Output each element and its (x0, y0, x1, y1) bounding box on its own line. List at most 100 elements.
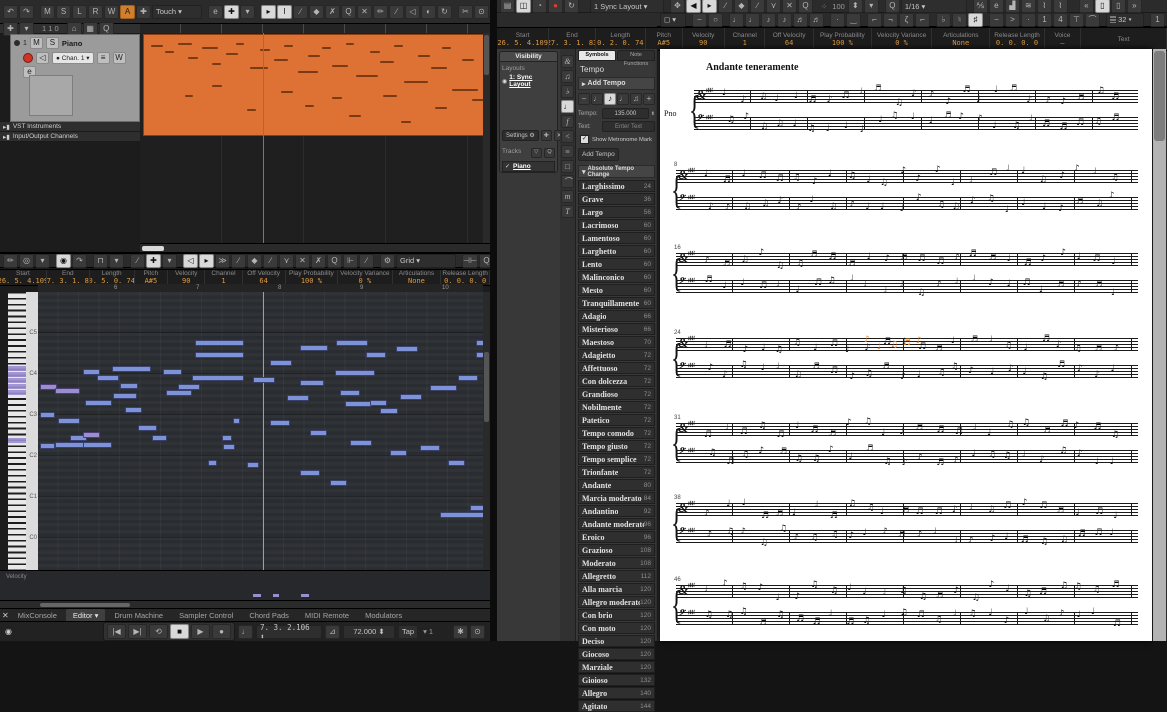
selected-note-glyph[interactable]: ♩ (877, 343, 881, 352)
midi-note[interactable] (40, 443, 55, 449)
midi-note[interactable] (40, 412, 55, 418)
speaker-icon[interactable]: ◁ (183, 253, 198, 268)
solo-all-button[interactable]: S (56, 4, 71, 19)
q-icon[interactable]: Q (884, 0, 900, 13)
transport-position-display[interactable]: 7. 3. 2.106 ⬍ (255, 623, 322, 641)
layers-icon[interactable]: ≋ (1020, 0, 1036, 13)
settings-icon[interactable]: ⊙ (470, 624, 485, 639)
tempo-item-moderato[interactable]: Moderato 108 (578, 557, 655, 569)
info-field-off-velocity[interactable]: Off Velocity 64 (765, 28, 814, 50)
mute-tool[interactable]: ✕ (782, 0, 797, 13)
line-tool[interactable]: ∕ (389, 4, 404, 19)
color-tool[interactable]: ◐ (421, 4, 436, 19)
tempo-item-allegro[interactable]: Allegro 140 (578, 687, 655, 699)
auto-follow-icon[interactable]: ✚ (136, 4, 151, 19)
tab-drum-machine[interactable]: Drum Machine (107, 609, 170, 621)
midi-note[interactable] (448, 460, 465, 466)
score-system[interactable]: 8{♩ ♬ ♩ ♬ ♬ ♫ ♪ ♩ ♫ ♩ ♫ ♪ ♪ ♪ ♩ ♩ ♬ ♩ ♩ ♫ ♪ ♪ ♩ ♫ & ♯♯♯ ♪ ♪ ♫ ♫ ♪ ♪ ♩ ♫ ♪ ♩… (671, 162, 1138, 214)
midi-note[interactable] (55, 388, 80, 394)
info-field-pitch[interactable]: Pitch A#5 (135, 270, 169, 285)
info-field-end[interactable]: End27. 3. 1. 83 (549, 28, 596, 50)
tempo-item-tempo-giusto[interactable]: Tempo giusto 72 (578, 440, 655, 452)
tempo-item-tranquillamente[interactable]: Tranquillamente 60 (578, 297, 655, 309)
tempo-item-grave[interactable]: Grave 36 (578, 193, 655, 205)
tuplet-dropdown[interactable]: 𝄚 32 ▾ (1106, 12, 1144, 27)
tab-symbols[interactable]: Symbols (578, 50, 616, 61)
info-field-release-length[interactable]: Release Length 0. 0. 0. 0 (441, 270, 490, 285)
midi-note[interactable] (138, 425, 157, 431)
midi-note[interactable] (476, 352, 483, 358)
solo-editor-icon[interactable]: ✏ (3, 253, 18, 268)
filter-icon[interactable]: ▽ (530, 147, 542, 158)
lock-icon[interactable]: ✱ (453, 624, 468, 639)
finger-1-button[interactable]: 1 (1037, 12, 1052, 27)
tempo-value-field[interactable]: 135.000 (602, 108, 649, 119)
scrub-tool[interactable]: ↻ (437, 4, 452, 19)
midi-note[interactable] (300, 345, 328, 351)
stop-button[interactable]: ■ (169, 624, 189, 639)
tempo-item-marziale[interactable]: Marziale 120 (578, 661, 655, 673)
tempo-item-larghissimo[interactable]: Larghissimo 24 (578, 180, 655, 192)
record-in-editor-icon[interactable]: ◎ (19, 253, 34, 268)
info-field-start[interactable]: Start 26. 5. 4.109 (0, 270, 47, 285)
glue-tool[interactable]: ◆ (734, 0, 749, 13)
piano-keys[interactable]: C5 C4 C3 C2 C1 C0 (8, 292, 39, 570)
record-button[interactable]: ● (211, 624, 231, 639)
info-field-articulations[interactable]: Articulations None (393, 270, 442, 285)
track-piano[interactable]: 1 M S Piano ◁ ● Chan. 1 ▾ ≡ W e (10, 34, 140, 122)
tenuto-button[interactable]: − (989, 12, 1004, 27)
midi-note[interactable] (270, 420, 290, 426)
slur-button[interactable]: ⌒ (1085, 12, 1100, 27)
layout-radio[interactable]: ◉ (502, 78, 507, 85)
midi-note[interactable] (233, 418, 240, 424)
track-solo-button[interactable]: S (45, 37, 59, 49)
tempo-item-misterioso[interactable]: Misterioso 66 (578, 323, 655, 335)
midi-note[interactable] (345, 401, 372, 407)
info-field-voice[interactable]: Voice — (1045, 28, 1082, 50)
add-layout-button[interactable]: ✚ (540, 130, 552, 141)
draw-tool[interactable]: ∕ (231, 253, 246, 268)
project-playhead[interactable] (263, 33, 264, 243)
midi-note[interactable] (83, 442, 112, 448)
midi-note[interactable] (458, 375, 478, 381)
selected-note-glyph[interactable]: ♪ (916, 337, 922, 346)
midi-note[interactable] (113, 393, 137, 399)
midi-note[interactable] (247, 462, 259, 468)
midi-note[interactable] (440, 512, 483, 518)
score-system[interactable]: 24{♩ ♬ ♪ ♩ ♫ ♫ ♩ ♬ ♩ ♪ ♬ ♩ ♬ ♬ ♩ ♬ ♩ ♫ ♩ ♬ ♪ ♫ ♬ ♪ & ♯♯♯ ♪ ♪ ♫ ♩ ♩ ♫ ♬ ♬ ♪… (671, 330, 1138, 382)
undo-icon[interactable]: ↶ (3, 4, 18, 19)
midi-part-piano[interactable] (143, 34, 501, 136)
arrangement-area[interactable] (140, 33, 501, 243)
speaker-icon[interactable]: ◀ (686, 0, 701, 13)
midi-note[interactable] (85, 400, 112, 406)
tempo-item-patetico[interactable]: Patetico 72 (578, 414, 655, 426)
crescendo-palette-icon[interactable]: < (561, 130, 574, 143)
select-tool[interactable]: ▸ (702, 0, 717, 13)
note-symbols-palette-icon[interactable]: ♫ (561, 70, 574, 83)
midi-note[interactable] (380, 408, 398, 414)
eighth-note-button[interactable]: ♪ (777, 12, 792, 27)
zoom-tool[interactable]: Q (798, 0, 813, 13)
midi-note[interactable] (112, 366, 151, 372)
tap-tempo-button[interactable]: Tap (397, 624, 419, 639)
midi-note[interactable] (222, 435, 232, 441)
pinned-icon[interactable]: ⊓ (93, 253, 108, 268)
quantize-dropdown[interactable]: 1/16 ▾ (900, 0, 967, 13)
tempo-item-gioioso[interactable]: Gioioso 132 (578, 674, 655, 686)
midi-note[interactable] (300, 470, 320, 476)
mute-tool[interactable]: ✕ (357, 4, 372, 19)
record-icon[interactable]: ● (548, 0, 563, 13)
velocity-tick[interactable] (273, 594, 279, 597)
ornament-palette-icon[interactable]: m (561, 190, 574, 203)
midi-note[interactable] (430, 385, 457, 391)
midi-note[interactable] (476, 340, 483, 346)
split-tool[interactable]: ⋎ (766, 0, 781, 13)
swing-icon[interactable]: ⅍ (972, 0, 988, 13)
accent-button[interactable]: > (1005, 12, 1020, 27)
tempo-item-marcia-moderato[interactable]: Marcia moderato 84 (578, 492, 655, 504)
tempo-item-affettuoso[interactable]: Affettuoso 72 (578, 362, 655, 374)
selected-note-glyph[interactable]: ♪ (864, 336, 870, 345)
erase-tool[interactable]: ✗ (311, 253, 326, 268)
tab-sampler-control[interactable]: Sampler Control (172, 609, 240, 621)
tempo-item-grandioso[interactable]: Grandioso 72 (578, 388, 655, 400)
